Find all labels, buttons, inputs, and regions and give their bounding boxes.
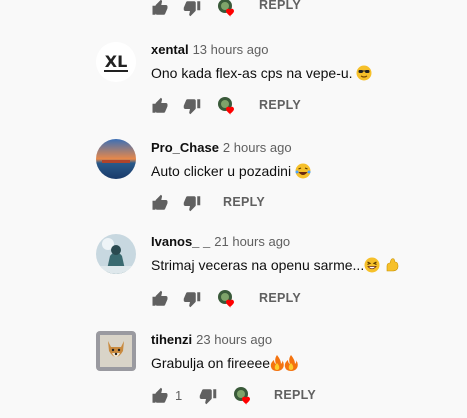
thumbs-up-icon[interactable]: [151, 290, 169, 308]
comment-header: xental 13 hours ago: [151, 42, 268, 57]
reply-button[interactable]: REPLY: [259, 98, 301, 112]
comment-header: tihenzi 23 hours ago: [151, 332, 272, 347]
thumbs-down-icon[interactable]: [183, 194, 201, 212]
comment-timestamp[interactable]: 2 hours ago: [223, 140, 292, 155]
thumbs-up-icon[interactable]: [151, 0, 169, 17]
avatar[interactable]: [96, 234, 136, 274]
comment-actions: REPLY: [151, 96, 351, 116]
comment-header: Ivanos_ _ 21 hours ago: [151, 234, 290, 249]
laughing-tears-emoji-icon: [295, 163, 311, 182]
comment-timestamp[interactable]: 23 hours ago: [196, 332, 272, 347]
reply-button[interactable]: REPLY: [259, 0, 301, 12]
comment-author[interactable]: Pro_Chase: [151, 140, 219, 155]
sunglasses-emoji-icon: [356, 65, 372, 84]
thumbs-down-icon[interactable]: [183, 0, 201, 17]
thumbs-up-icon[interactable]: [151, 387, 169, 405]
comment-author[interactable]: xental: [151, 42, 189, 57]
thumbs-down-icon[interactable]: [183, 97, 201, 115]
comment-body: Ono kada flex-as cps na vepe-u.: [151, 65, 357, 81]
comment-body: Grabulja on fireeee: [151, 355, 271, 371]
reply-button[interactable]: REPLY: [274, 388, 316, 402]
avatar[interactable]: [96, 331, 136, 371]
reply-button[interactable]: REPLY: [223, 195, 265, 209]
comment-timestamp[interactable]: 21 hours ago: [214, 234, 290, 249]
thumbs-up-icon[interactable]: [151, 97, 169, 115]
comment-text: Grabulja on fireeee: [151, 355, 298, 374]
comment-top-partial: REPLY: [0, 0, 467, 17]
reply-button[interactable]: REPLY: [259, 291, 301, 305]
comment-author[interactable]: Ivanos_ _: [151, 234, 210, 249]
thumbs-up-icon[interactable]: [151, 194, 169, 212]
thumbs-down-icon[interactable]: [199, 387, 217, 405]
like-count: 1: [175, 388, 183, 403]
avatar[interactable]: XL: [96, 42, 136, 82]
creator-heart-icon: [217, 289, 235, 308]
comment-text: Auto clicker u pozadini: [151, 163, 311, 182]
comment-actions: REPLY: [151, 289, 351, 309]
comment-actions: 1 REPLY: [151, 386, 351, 406]
comment-text: Ono kada flex-as cps na vepe-u.: [151, 65, 372, 84]
fire-emoji-icon: [270, 355, 284, 374]
creator-heart-icon: [233, 386, 251, 405]
fire-emoji-icon: [284, 355, 298, 374]
avatar[interactable]: [96, 139, 136, 179]
comment-body: Strimaj veceras na openu sarme...: [151, 257, 365, 273]
creator-heart-icon: [217, 0, 235, 17]
svg-text:XL: XL: [105, 52, 128, 71]
comment-text: Strimaj veceras na openu sarme...: [151, 257, 400, 276]
creator-heart-icon: [217, 96, 235, 115]
comment-body: Auto clicker u pozadini: [151, 163, 295, 179]
comment-actions: REPLY: [151, 193, 351, 213]
comment-timestamp[interactable]: 13 hours ago: [193, 42, 269, 57]
comment-author[interactable]: tihenzi: [151, 332, 192, 347]
thumbs-down-icon[interactable]: [183, 290, 201, 308]
grinning-squint-emoji-icon: [364, 257, 380, 276]
flexed-biceps-emoji-icon: [384, 257, 400, 276]
comment-header: Pro_Chase 2 hours ago: [151, 140, 292, 155]
